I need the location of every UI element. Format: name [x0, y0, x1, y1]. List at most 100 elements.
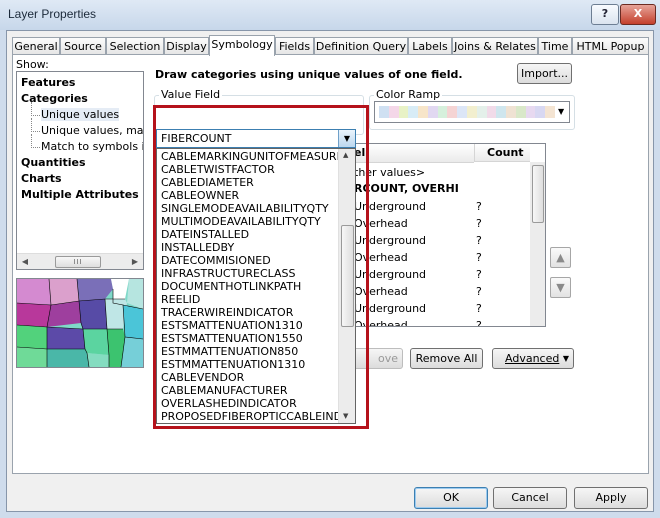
- tab-symbology[interactable]: Symbology: [209, 35, 275, 56]
- color-ramp-swatch: [427, 106, 438, 118]
- move-up-button[interactable]: ▲: [550, 247, 571, 268]
- tab-definition-query[interactable]: Definition Query: [314, 37, 408, 54]
- renderer-tree[interactable]: Features Categories Unique values Unique…: [16, 71, 144, 270]
- renderer-heading: Draw categories using unique values of o…: [155, 68, 463, 81]
- field-option[interactable]: INSTALLEDBY: [161, 241, 234, 254]
- table-row-count: ?: [476, 268, 482, 281]
- scroll-left-icon[interactable]: ◀: [18, 255, 32, 268]
- color-ramp-swatch: [447, 106, 458, 118]
- table-row-count: ?: [476, 285, 482, 298]
- color-ramp-swatch: [437, 106, 448, 118]
- field-option[interactable]: CABLEDIAMETER: [161, 176, 254, 189]
- show-label: Show:: [16, 58, 49, 71]
- tab-time[interactable]: Time: [538, 37, 572, 54]
- field-option[interactable]: REELID: [161, 293, 200, 306]
- color-ramp-swatch: [506, 106, 516, 118]
- preview-map: [16, 278, 144, 368]
- table-row-count: ?: [476, 234, 482, 247]
- color-ramp-swatch: [457, 106, 467, 118]
- map-image: [17, 279, 143, 367]
- field-option[interactable]: ESTSMATTENUATION1550: [161, 332, 303, 345]
- remove-all-button[interactable]: Remove All: [410, 348, 483, 369]
- scroll-thumb[interactable]: [341, 225, 354, 327]
- color-ramp-swatch: [388, 106, 399, 118]
- field-option[interactable]: DATEINSTALLED: [161, 228, 249, 241]
- tab-general[interactable]: General: [12, 37, 60, 54]
- field-option[interactable]: SINGLEMODEAVAILABILITYQTY: [161, 202, 329, 215]
- tree-item-unique-values-many[interactable]: Unique values, many: [29, 118, 143, 137]
- field-option[interactable]: CABLEVENDOR: [161, 371, 244, 384]
- table-row-count: ?: [476, 251, 482, 264]
- color-ramp-swatch: [467, 106, 477, 118]
- arrow-down-icon: ▼: [556, 281, 565, 294]
- close-button[interactable]: X: [620, 4, 656, 25]
- field-option[interactable]: INFRASTRUCTURECLASS: [161, 267, 296, 280]
- table-row-count: ?: [476, 302, 482, 315]
- field-option[interactable]: DOCUMENTHOTLINKPATH: [161, 280, 301, 293]
- color-ramp-swatch: [545, 106, 555, 118]
- cancel-button[interactable]: Cancel: [493, 487, 567, 509]
- field-option[interactable]: ESTSMATTENUATION1310: [161, 319, 303, 332]
- field-option[interactable]: CABLEMANUFACTURER: [161, 384, 287, 397]
- arrow-up-icon: ▲: [556, 251, 565, 264]
- color-ramp-swatch: [486, 106, 497, 118]
- dropdown-arrow-icon[interactable]: ▼: [338, 130, 355, 147]
- tab-joins-relates[interactable]: Joins & Relates: [452, 37, 538, 54]
- field-option[interactable]: PROPOSEDFIBEROPTICCABLEIND: [161, 410, 342, 423]
- color-ramp-swatch: [408, 106, 419, 118]
- field-option[interactable]: MULTIMODEAVAILABILITYQTY: [161, 215, 321, 228]
- field-option[interactable]: OVERLASHEDINDICATOR: [161, 397, 297, 410]
- symbology-panel: Show: Features Categories Unique values …: [12, 54, 649, 474]
- tree-item-match-to-symbols[interactable]: Match to symbols in a: [29, 134, 143, 153]
- color-ramp-swatch: [515, 106, 526, 118]
- tab-selection[interactable]: Selection: [106, 37, 164, 54]
- color-ramp-swatch: [535, 106, 546, 118]
- tree-item-charts[interactable]: Charts: [21, 172, 62, 185]
- tab-html-popup[interactable]: HTML Popup: [572, 37, 649, 54]
- scroll-up-icon[interactable]: ▲: [343, 151, 348, 159]
- move-down-button[interactable]: ▼: [550, 277, 571, 298]
- table-vertical-scrollbar[interactable]: [530, 162, 545, 326]
- scroll-right-icon[interactable]: ▶: [128, 255, 142, 268]
- value-field-combo[interactable]: FIBERCOUNT ▼: [156, 129, 356, 148]
- table-row[interactable]: RCOUNT, OVERHI: [354, 182, 459, 195]
- symbol-table[interactable]: el Count ther values> RCOUNT, OVERHI Und…: [351, 143, 546, 327]
- tree-horizontal-scrollbar[interactable]: ◀ III ▶: [17, 253, 143, 269]
- help-button[interactable]: ?: [591, 4, 619, 25]
- field-option[interactable]: CABLEOWNER: [161, 189, 239, 202]
- tab-source[interactable]: Source: [60, 37, 106, 54]
- scroll-thumb[interactable]: [532, 165, 544, 223]
- field-option[interactable]: TRACERWIREINDICATOR: [161, 306, 293, 319]
- advanced-button[interactable]: Advanced ▼: [492, 348, 574, 369]
- dropdown-scrollbar[interactable]: ▲ ▼: [338, 149, 355, 423]
- scroll-down-icon[interactable]: ▼: [343, 412, 348, 420]
- tab-display[interactable]: Display: [164, 37, 209, 54]
- apply-button[interactable]: Apply: [574, 487, 648, 509]
- title-bar: Layer Properties ? X: [0, 0, 660, 30]
- color-ramp-select[interactable]: [374, 101, 570, 123]
- tree-item-features[interactable]: Features: [21, 76, 75, 89]
- scroll-thumb[interactable]: III: [55, 256, 101, 268]
- tree-item-quantities[interactable]: Quantities: [21, 156, 86, 169]
- advanced-label: Advanced: [505, 352, 560, 365]
- color-ramp-dropdown-icon[interactable]: ▼: [558, 107, 564, 116]
- tab-fields[interactable]: Fields: [275, 37, 314, 54]
- field-option[interactable]: ESTMMATTENUATION1310: [161, 358, 305, 371]
- tree-item-multiple-attributes[interactable]: Multiple Attributes: [21, 188, 139, 201]
- field-option[interactable]: CABLEMARKINGUNITOFMEASURE: [161, 150, 344, 163]
- color-ramp-swatch: [418, 106, 428, 118]
- import-button[interactable]: Import...: [517, 63, 572, 84]
- tree-item-unique-values[interactable]: Unique values: [29, 102, 120, 121]
- field-option[interactable]: ESTMMATTENUATION850: [161, 345, 298, 358]
- ok-button[interactable]: OK: [414, 487, 488, 509]
- color-ramp-label: Color Ramp: [374, 88, 443, 101]
- count-column-header[interactable]: Count: [474, 144, 530, 162]
- table-row-count: ?: [476, 319, 482, 327]
- color-ramp-swatch: [379, 106, 389, 118]
- window-title: Layer Properties: [8, 7, 97, 21]
- value-field-dropdown-list[interactable]: CABLEMARKINGUNITOFMEASURE CABLETWISTFACT…: [156, 148, 356, 424]
- field-option[interactable]: DATECOMMISIONED: [161, 254, 271, 267]
- label-column-header[interactable]: el: [352, 144, 474, 163]
- field-option[interactable]: CABLETWISTFACTOR: [161, 163, 275, 176]
- tab-labels[interactable]: Labels: [408, 37, 452, 54]
